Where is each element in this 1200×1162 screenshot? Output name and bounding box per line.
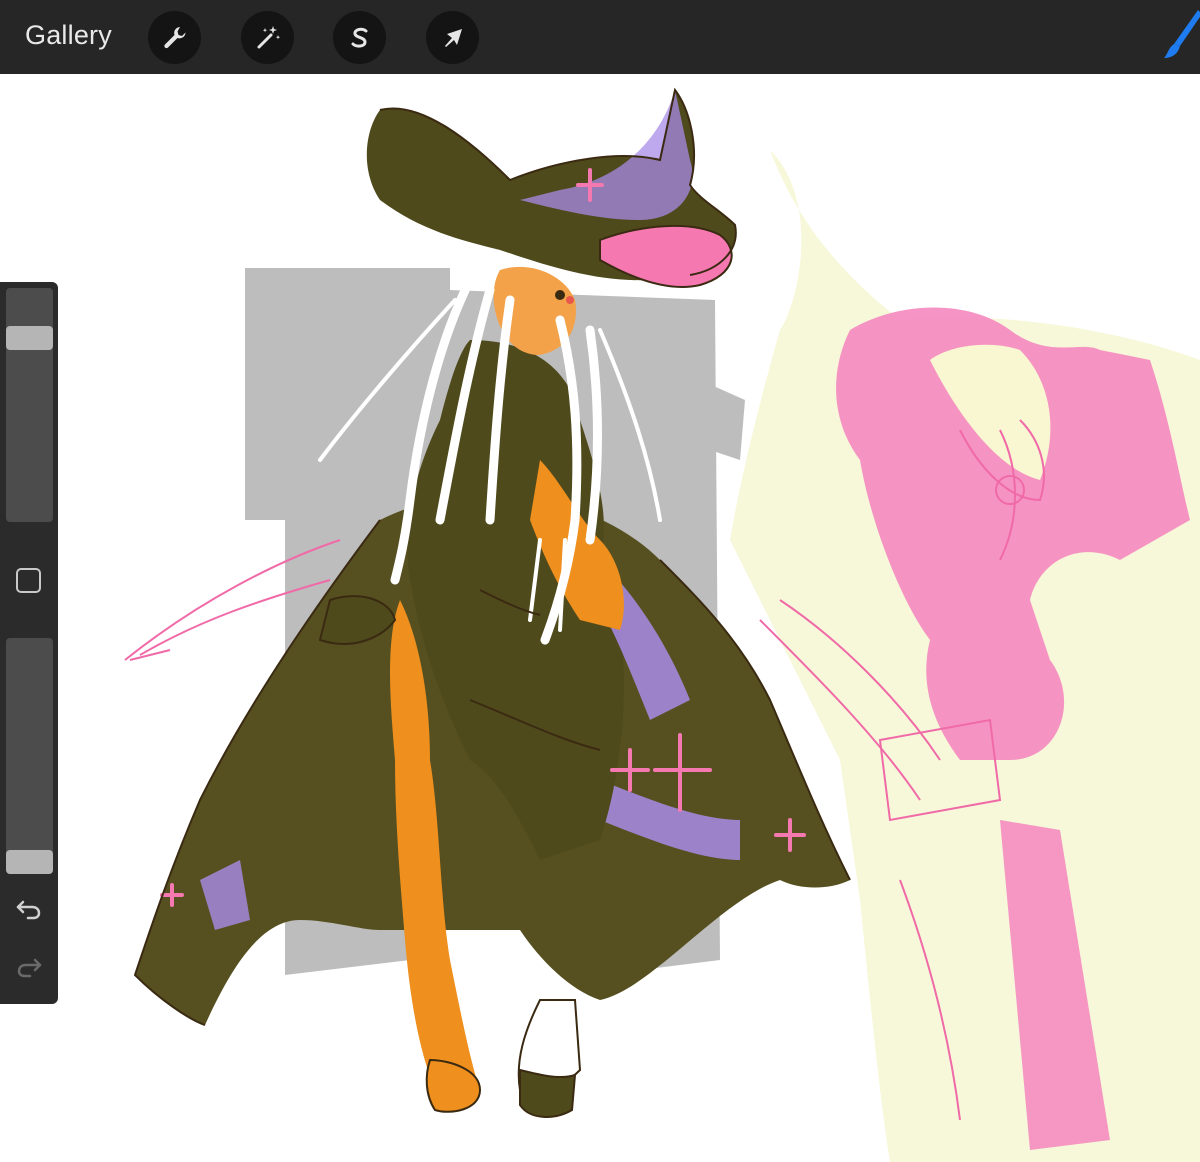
redo-icon[interactable] <box>14 952 44 982</box>
wrench-icon <box>163 26 185 48</box>
brush-size-slider[interactable] <box>6 288 53 522</box>
witch-character <box>124 87 851 1118</box>
opacity-slider[interactable] <box>6 638 53 874</box>
background-sketch-figure <box>730 150 1200 1162</box>
opacity-handle[interactable] <box>6 850 53 874</box>
drawing-canvas[interactable] <box>0 74 1200 1162</box>
magic-wand-icon <box>257 25 280 48</box>
transform-button[interactable] <box>426 11 479 64</box>
selection-s-icon <box>351 27 367 48</box>
top-toolbar: Gallery <box>0 0 1200 74</box>
actions-wrench-button[interactable] <box>148 11 201 64</box>
adjustments-button[interactable] <box>241 11 294 64</box>
brush-size-handle[interactable] <box>6 326 53 350</box>
artwork <box>124 87 1200 1162</box>
brush-icon <box>1164 10 1200 58</box>
left-sidebar <box>0 282 58 1004</box>
gallery-button[interactable]: Gallery <box>25 20 112 51</box>
transform-arrow-icon <box>444 28 462 47</box>
undo-icon[interactable] <box>14 894 44 924</box>
modify-button[interactable] <box>16 568 41 593</box>
selection-button[interactable] <box>333 11 386 64</box>
brush-tool-button[interactable] <box>1156 8 1200 66</box>
